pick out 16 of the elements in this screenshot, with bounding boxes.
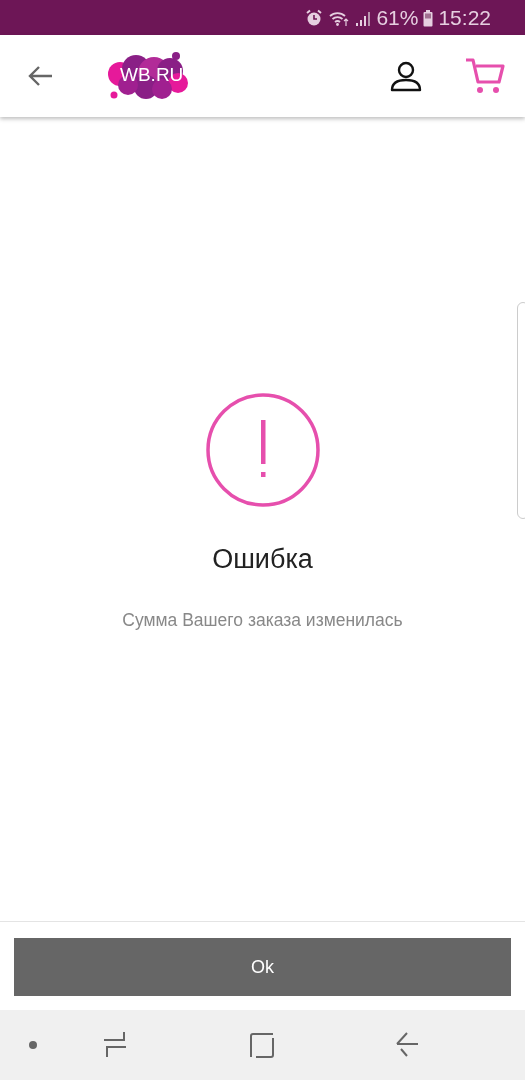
back-icon[interactable] [395, 1032, 419, 1058]
alarm-icon [305, 8, 324, 27]
clock-time: 15:22 [438, 5, 491, 30]
home-icon[interactable] [249, 1032, 275, 1058]
battery-percent: 61% [376, 5, 419, 30]
battery-icon [423, 8, 434, 27]
back-arrow-icon[interactable] [27, 65, 53, 87]
logo[interactable]: WB.RU [106, 51, 190, 101]
recent-apps-icon[interactable] [103, 1031, 127, 1059]
warning-icon [204, 392, 321, 508]
ok-button[interactable]: Ok [14, 938, 511, 996]
user-icon[interactable] [389, 59, 423, 93]
error-message: Сумма Вашего заказа изменилась [122, 610, 403, 631]
cart-icon[interactable] [465, 57, 505, 95]
dot-icon[interactable] [28, 1040, 38, 1050]
error-title: Ошибка [212, 544, 313, 575]
